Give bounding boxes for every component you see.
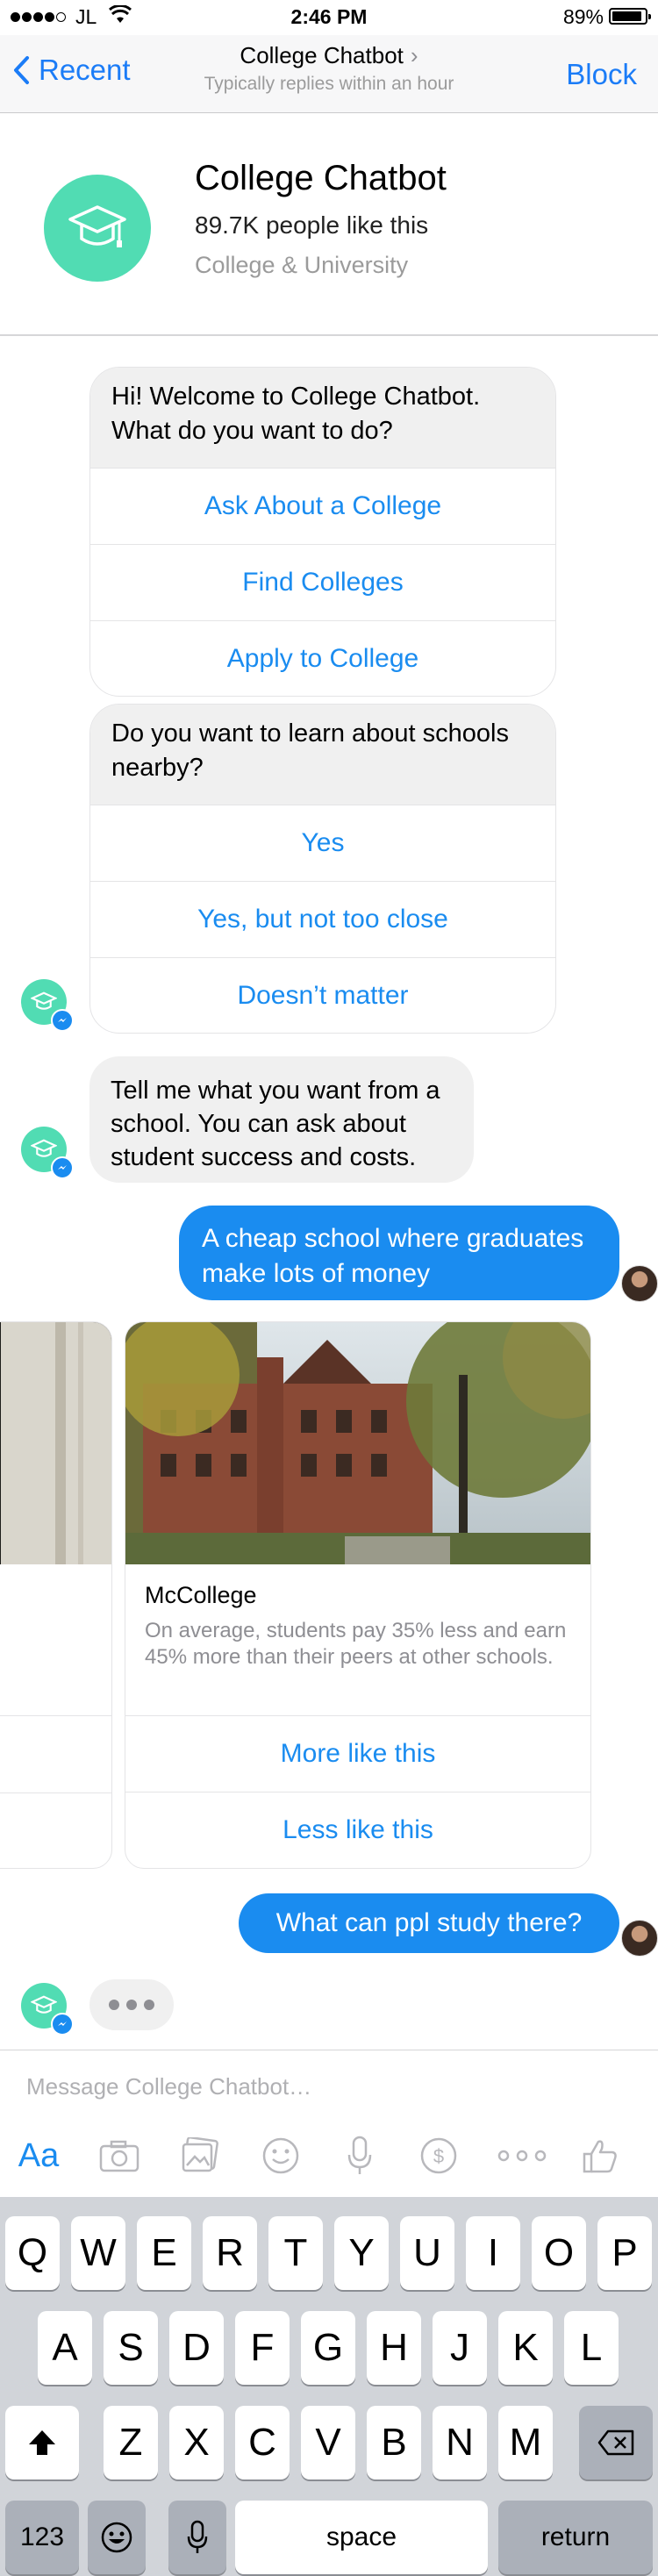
key-z[interactable]: Z [104,2406,158,2479]
graduation-cap-icon [31,991,57,1010]
carousel-card-title: McCollege [145,1582,257,1608]
key-s[interactable]: S [104,2311,158,2385]
nearby-schools-card: Do you want to learn about schools nearb… [89,704,556,1034]
user-avatar [621,1920,658,1957]
message-composer: Message College Chatbot… Aa $ [0,2050,658,2198]
keyboard: Q W E R T Y U I O P A S D F G H J K L Z … [0,2197,658,2576]
backspace-icon [597,2429,634,2456]
emoji-keyboard-key[interactable] [88,2501,146,2574]
message-input[interactable]: Message College Chatbot… [26,2073,311,2100]
key-l[interactable]: L [564,2311,619,2385]
battery-icon [609,8,651,25]
apply-to-college-button[interactable]: Apply to College [90,620,555,696]
return-key[interactable]: return [498,2501,653,2574]
key-e[interactable]: E [137,2216,191,2290]
key-w[interactable]: W [71,2216,125,2290]
key-d[interactable]: D [169,2311,224,2385]
key-f[interactable]: F [235,2311,290,2385]
key-r[interactable]: R [203,2216,257,2290]
graduation-cap-icon [31,1139,57,1157]
college-image-previous [0,1322,111,1564]
numbers-key[interactable]: 123 [5,2501,79,2574]
key-k[interactable]: K [498,2311,553,2385]
page-likes: 89.7K people like this [195,211,429,239]
backspace-key[interactable] [579,2406,653,2479]
key-p[interactable]: P [597,2216,652,2290]
doesnt-matter-button[interactable]: Doesn’t matter [90,957,555,1033]
key-j[interactable]: J [433,2311,487,2385]
nearby-question-text: Do you want to learn about schools nearb… [90,705,555,805]
page-name: College Chatbot [195,159,447,197]
welcome-message-text: Hi! Welcome to College Chatbot. What do … [90,368,555,468]
emoji-icon[interactable] [260,2135,302,2177]
status-bar: JL 2:46 PM 89% [0,0,658,35]
key-g[interactable]: G [301,2311,355,2385]
shift-icon [29,2430,55,2455]
key-h[interactable]: H [367,2311,421,2385]
bot-avatar[interactable] [21,979,74,1032]
response-time-subtitle: Typically replies within an hour [204,74,454,94]
navigation-bar: Recent College Chatbot › Typically replie… [0,35,658,113]
key-u[interactable]: U [400,2216,454,2290]
space-key[interactable]: space [235,2501,488,2574]
carousel-card-mccollege: McCollege On average, students pay 35% l… [125,1321,591,1869]
text-format-button[interactable]: Aa [18,2135,60,2177]
page-category: College & University [195,252,409,278]
clock: 2:46 PM [290,5,368,28]
composer-toolbar: Aa $ [0,2124,658,2186]
payment-icon[interactable]: $ [418,2135,460,2177]
yes-button[interactable]: Yes [90,805,555,881]
typing-indicator [89,1979,174,2030]
page-info-header: College Chatbot 89.7K people like this C… [0,113,658,336]
bot-message-bubble: Tell me what you want from a school. You… [89,1056,474,1183]
key-y[interactable]: Y [334,2216,389,2290]
bot-avatar[interactable] [21,1983,74,2036]
key-c[interactable]: C [235,2406,290,2479]
less-like-this-button[interactable]: Less like this [125,1792,590,1868]
messenger-badge-icon [51,2013,74,2036]
emoji-icon [101,2522,132,2553]
ask-about-college-button[interactable]: Ask About a College [90,468,555,544]
user-message-bubble: A cheap school where graduates make lots… [179,1206,619,1300]
find-colleges-button[interactable]: Find Colleges [90,544,555,620]
key-i[interactable]: I [466,2216,520,2290]
dictation-key[interactable] [168,2501,226,2574]
key-a[interactable]: A [38,2311,92,2385]
more-like-this-button[interactable]: More like this [125,1715,590,1792]
messenger-badge-icon [51,1009,74,1032]
block-button[interactable]: Block [566,58,637,91]
gallery-icon[interactable] [179,2135,221,2177]
conversation-title-text: College Chatbot [240,42,404,68]
key-x[interactable]: X [169,2406,224,2479]
carousel-card-previous[interactable] [0,1321,112,1869]
like-icon[interactable] [579,2135,621,2177]
microphone-icon [187,2520,208,2553]
chevron-right-icon: › [410,42,418,68]
yes-not-too-close-button[interactable]: Yes, but not too close [90,881,555,957]
welcome-message-card: Hi! Welcome to College Chatbot. What do … [89,367,556,697]
key-n[interactable]: N [433,2406,487,2479]
college-image [125,1322,590,1564]
svg-text:$: $ [433,2145,444,2167]
microphone-icon[interactable] [339,2135,381,2177]
more-icon[interactable] [497,2135,547,2177]
shift-key[interactable] [5,2406,79,2479]
key-b[interactable]: B [367,2406,421,2479]
graduation-cap-icon [68,205,126,247]
key-v[interactable]: V [301,2406,355,2479]
page-avatar[interactable] [44,175,151,282]
battery-percentage: 89% [562,5,604,28]
user-avatar [621,1265,658,1302]
bot-avatar[interactable] [21,1127,74,1179]
conversation-title[interactable]: College Chatbot › [0,42,658,69]
camera-icon[interactable] [98,2135,140,2177]
carousel-card-description: On average, students pay 35% less and ea… [145,1619,567,1669]
graduation-cap-icon [31,1995,57,2014]
key-o[interactable]: O [532,2216,586,2290]
key-q[interactable]: Q [5,2216,60,2290]
key-t[interactable]: T [268,2216,323,2290]
user-message-bubble: What can ppl study there? [239,1893,619,1953]
key-m[interactable]: M [498,2406,553,2479]
messenger-badge-icon [51,1156,74,1179]
